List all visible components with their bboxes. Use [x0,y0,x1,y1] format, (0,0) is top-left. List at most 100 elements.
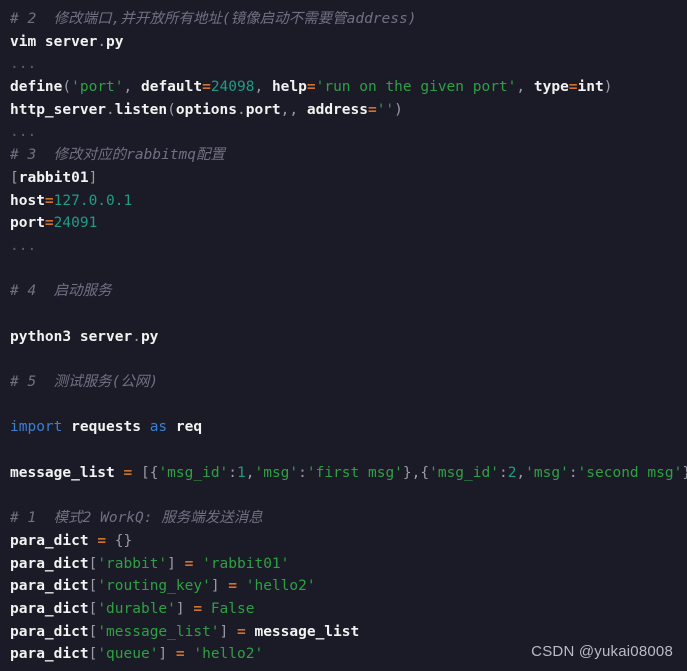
code-token-punct: ( [62,79,72,96]
code-token-dots: ... [10,56,37,73]
code-token-num: 24098 [210,79,255,96]
code-token-punct: . [106,101,115,118]
code-token-plain: py [106,33,124,50]
code-token-punct [237,578,246,594]
code-line: message_list = [{'msg_id':1,'msg':'first… [0,462,687,485]
code-token-punct: ] [88,169,98,186]
code-token-punct: , [516,464,526,481]
code-line: ... [0,121,687,144]
code-block[interactable]: # 2 修改端口,并开放所有地址(镜像启动不需要管address) vim ser… [0,8,687,671]
code-token-punct: : [228,464,238,481]
code-token-str: 'first msg' [306,464,403,481]
code-line: http_server.listen(options.port,, addres… [0,99,687,122]
code-line: # 5 测试服务(公网) [0,371,687,394]
code-token-plain: vim server [10,33,98,50]
code-token-plain: para_dict [10,600,89,617]
code-line: # 1 模式2 WorkQ: 服务端发送消息 [0,507,687,530]
code-token-punct: ] [158,646,176,663]
code-token-punct: [ [88,555,98,572]
code-token-punct: , [123,79,141,96]
code-line: para_dict['durable'] = False [0,598,687,621]
code-line: # 4 启动服务 [0,280,687,303]
code-token-punct: ] [175,600,194,617]
code-token-plain: port [10,215,45,232]
code-token-str: 'rabbit' [97,555,168,572]
code-token-str: 'message_list' [97,623,220,640]
code-token-plain: para_dict [10,532,98,549]
code-line: import requests as req [0,416,687,439]
code-token-punct: ,, [280,101,307,118]
code-token-punct: : [568,464,578,481]
code-token-punct: ] [219,623,237,640]
code-token-punct: {} [106,532,133,549]
code-token-plain: python3 server [10,328,133,345]
code-line: para_dict['message_list'] = message_list [0,621,687,644]
code-token-kw: as [149,419,168,436]
code-line: # 3 修改对应的rabbitmq配置 [0,144,687,167]
code-token-kw: import [10,419,63,436]
code-lines-container: # 2 修改端口,并开放所有地址(镜像启动不需要管address) vim ser… [0,8,687,666]
code-token-plain: default [140,79,203,96]
code-token-punct: . [237,101,246,118]
code-token-str: False [210,600,255,617]
code-token-punct: ] [210,578,229,595]
code-token-punct: : [498,464,508,481]
code-token-num: 24091 [53,215,98,232]
code-token-punct [193,556,202,572]
code-token-num: 127.0.0.1 [53,192,133,209]
code-token-plain: requests [62,419,150,436]
code-token-str: 'msg_id' [429,464,499,481]
code-token-op: = [44,215,54,232]
code-token-str: 'port' [71,79,124,96]
code-token-plain: int [577,79,604,96]
code-token-str: 'msg_id' [158,464,229,481]
code-line: vim server.py [0,31,687,54]
code-token-plain: para_dict [10,646,89,663]
code-token-comment: # 4 启动服务 [10,283,112,300]
code-token-punct: ) [394,101,403,118]
code-token-punct: . [132,328,141,345]
code-token-op: = [123,464,133,481]
code-token-comment: # 2 修改端口,并开放所有地址(镜像启动不需要管address) [10,11,417,27]
code-token-plain: rabbit01 [18,169,89,186]
code-token-comment: # 5 测试服务(公网) [10,374,159,390]
code-token-op: = [306,79,316,96]
code-token-plain: para_dict [10,578,89,595]
code-token-str: 'routing_key' [97,578,211,595]
code-token-str: 'queue' [97,646,159,663]
code-line: ... [0,53,687,76]
code-token-punct: }] [682,465,687,481]
code-token-str: 'hello2' [245,578,316,595]
code-token-punct: , [254,79,272,96]
code-token-punct: . [97,33,107,50]
code-token-op: = [367,101,377,118]
csdn-watermark: CSDN @yukai08008 [531,643,673,660]
code-token-op: = [175,646,185,663]
code-token-punct [202,601,211,617]
code-token-plain: define [10,79,63,96]
code-token-str: 'hello2' [193,646,264,663]
code-token-punct: [ [88,646,98,663]
code-token-str: 'rabbit01' [202,555,290,572]
code-line: para_dict = {} [0,530,687,553]
code-line: [rabbit01] [0,167,687,190]
code-token-plain: type [533,79,569,96]
code-line: para_dict['routing_key'] = 'hello2' [0,575,687,598]
code-token-punct: ] [167,555,185,572]
code-token-op: = [193,600,203,617]
code-token-plain: req [167,419,203,436]
code-token-plain: options [175,101,237,118]
code-token-punct: : [298,464,307,481]
code-line: define('port', default=24098, help='run … [0,76,687,99]
code-token-comment: # 1 模式2 WorkQ: 服务端发送消息 [10,510,263,527]
code-token-plain: py [140,328,159,345]
code-token-op: = [568,79,578,96]
code-token-str: '' [376,101,395,118]
code-token-plain: para_dict [10,623,89,640]
code-line: # 2 修改端口,并开放所有地址(镜像启动不需要管address) [0,8,687,31]
code-token-plain: listen [114,101,168,118]
code-line: para_dict['rabbit'] = 'rabbit01' [0,553,687,576]
code-token-plain: http_server [10,101,107,118]
